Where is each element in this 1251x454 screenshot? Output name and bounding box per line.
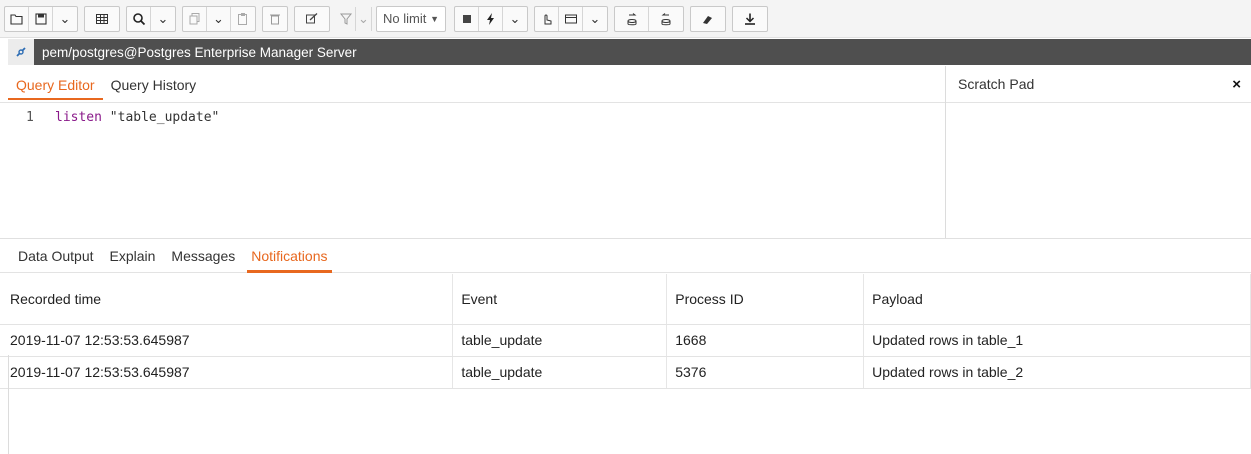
cell-recorded-time[interactable]: 2019-11-07 12:53:53.645987	[0, 356, 454, 389]
column-header-recorded-time[interactable]: Recorded time	[0, 274, 454, 325]
line-number: 1	[26, 110, 34, 125]
copy-icon[interactable]	[183, 6, 207, 31]
chevron-down-icon[interactable]: ⌄	[503, 7, 527, 31]
delete-group	[262, 5, 288, 32]
execute-group: ⌄	[454, 5, 528, 32]
column-header-event[interactable]: Event	[452, 274, 668, 325]
row-limit-select[interactable]: No limit ▼	[376, 5, 446, 32]
column-header-payload[interactable]: Payload	[863, 274, 1251, 325]
clear-icon[interactable]	[691, 7, 725, 31]
cell-recorded-time[interactable]: 2019-11-07 12:53:53.645987	[0, 324, 454, 357]
edit-group: ⌄	[182, 5, 256, 32]
output-panel: Data Output Explain Messages Notificatio…	[0, 238, 1251, 454]
tab-query-editor[interactable]: Query Editor	[8, 77, 103, 100]
rollback-icon[interactable]	[649, 7, 683, 31]
download-group	[732, 5, 768, 32]
chevron-down-icon[interactable]: ⌄	[583, 7, 607, 31]
scratch-pad-header: Scratch Pad ×	[946, 66, 1251, 103]
transaction-group	[614, 5, 684, 32]
tab-explain[interactable]: Explain	[104, 242, 162, 270]
panel-edge	[8, 355, 9, 454]
tab-messages[interactable]: Messages	[165, 242, 241, 270]
edit-icon[interactable]	[295, 7, 329, 31]
find-group: ⌄	[126, 5, 176, 32]
cell-payload[interactable]: Updated rows in table_2	[863, 356, 1251, 389]
open-file-icon[interactable]	[5, 6, 29, 31]
cell-process-id[interactable]: 1668	[666, 324, 865, 357]
download-icon[interactable]	[733, 7, 767, 31]
paste-icon[interactable]	[231, 7, 255, 31]
find-icon[interactable]	[127, 6, 151, 31]
execute-icon[interactable]	[479, 6, 503, 31]
connection-label: pem/postgres@Postgres Enterprise Manager…	[42, 44, 357, 60]
chevron-down-icon[interactable]: ⌄	[151, 7, 175, 31]
editor-tabs: Query Editor Query History	[8, 70, 204, 100]
delete-icon[interactable]	[263, 7, 287, 31]
cell-payload[interactable]: Updated rows in table_1	[863, 324, 1251, 357]
explain-group: ⌄	[534, 5, 608, 32]
toolbar: ⌄ ⌄ ⌄ ⌄ No limit ▼ ⌄ ⌄	[0, 0, 1251, 38]
code-keyword: listen	[55, 110, 102, 125]
code-line[interactable]: listen "table_update"	[55, 110, 219, 125]
editor-divider	[0, 102, 945, 103]
cell-event[interactable]: table_update	[452, 324, 668, 357]
clear-group	[690, 5, 726, 32]
stop-icon[interactable]	[455, 6, 479, 31]
save-icon[interactable]	[29, 6, 53, 31]
column-header-process-id[interactable]: Process ID	[666, 274, 865, 325]
filter-icon[interactable]	[336, 6, 356, 31]
scratch-pad-title: Scratch Pad	[958, 76, 1035, 92]
code-argument: "table_update"	[101, 110, 220, 125]
table-header-row: Recorded time Event Process ID Payload	[0, 274, 1251, 325]
chevron-down-icon[interactable]: ⌄	[356, 6, 372, 31]
edit-options-group	[294, 5, 330, 32]
connection-bar: pem/postgres@Postgres Enterprise Manager…	[8, 39, 1251, 65]
file-group: ⌄	[4, 5, 78, 32]
commit-icon[interactable]	[615, 6, 649, 31]
tab-query-history[interactable]: Query History	[103, 77, 205, 100]
table-view-icon[interactable]	[85, 7, 119, 31]
cell-process-id[interactable]: 5376	[666, 356, 865, 389]
macro-icon[interactable]	[559, 6, 583, 31]
cell-event[interactable]: table_update	[452, 356, 668, 389]
tab-data-output[interactable]: Data Output	[12, 242, 100, 270]
tab-notifications[interactable]: Notifications	[245, 242, 333, 273]
explain-icon[interactable]	[535, 6, 559, 31]
table-row[interactable]: 2019-11-07 12:53:53.645987 table_update …	[0, 324, 1251, 357]
close-icon[interactable]: ×	[1232, 76, 1241, 93]
view-group	[84, 5, 120, 32]
notifications-table: Recorded time Event Process ID Payload 2…	[0, 274, 1251, 389]
chevron-down-icon[interactable]: ⌄	[53, 7, 77, 31]
table-row[interactable]: 2019-11-07 12:53:53.645987 table_update …	[0, 356, 1251, 389]
chevron-down-icon[interactable]: ⌄	[207, 6, 231, 31]
output-tabs: Data Output Explain Messages Notificatio…	[0, 239, 1251, 273]
scratch-pad: Scratch Pad ×	[945, 66, 1251, 238]
caret-down-icon: ▼	[430, 13, 439, 24]
row-limit-value: No limit	[383, 11, 427, 26]
connection-status-icon[interactable]	[8, 39, 34, 65]
